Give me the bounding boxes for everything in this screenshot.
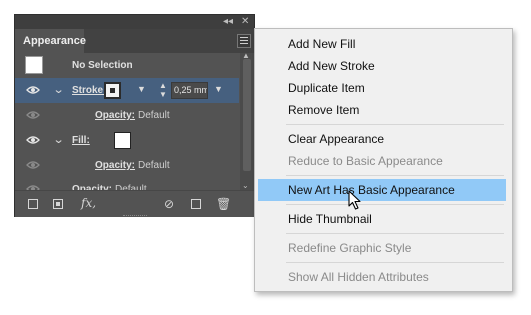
panel-title-bar[interactable]: ◂◂ ✕ [15,15,254,29]
row-stroke-opacity[interactable]: Opacity: Default [15,103,239,128]
close-icon[interactable]: ✕ [241,16,249,28]
fill-opacity-label[interactable]: Opacity: [95,153,135,178]
menu-item-clear-appearance[interactable]: Clear Appearance [255,128,512,150]
appearance-panel: ◂◂ ✕ Appearance No Selection ⌄ Stroke: ▼… [14,14,255,217]
selection-label: No Selection [72,60,133,71]
stroke-label[interactable]: Stroke: [72,78,106,103]
menu-separator [286,233,504,234]
appearance-list: No Selection ⌄ Stroke: ▼ ▲ ▼ 0,25 mm ▼ Op… [15,53,239,190]
menu-item-redefine-style[interactable]: Redefine Graphic Style [255,237,512,259]
scrollbar-thumb[interactable] [243,59,251,171]
menu-separator [286,124,504,125]
add-new-stroke-icon[interactable] [28,199,38,209]
add-new-effect-icon[interactable]: fx, [81,196,96,210]
fill-opacity-value: Default [138,160,170,171]
tab-appearance[interactable]: Appearance [15,29,86,53]
menu-item-duplicate-item[interactable]: Duplicate Item [255,77,512,99]
row-stroke[interactable]: ⌄ Stroke: ▼ ▲ ▼ 0,25 mm ▼ [15,78,239,103]
stroke-color-dropdown-icon[interactable]: ▼ [137,84,146,94]
resize-grip[interactable] [123,215,147,218]
menu-item-remove-item[interactable]: Remove Item [255,99,512,121]
mouse-cursor-icon [348,190,361,210]
eye-icon[interactable] [26,135,40,145]
eye-icon[interactable] [26,160,40,170]
clear-appearance-icon[interactable]: ⊘ [164,198,174,210]
panel-bottom-bar: fx, ⊘ 🗑 [15,190,254,217]
menu-item-add-new-stroke[interactable]: Add New Stroke [255,55,512,77]
collapse-icon[interactable]: ◂◂ [223,16,233,28]
menu-separator [286,262,504,263]
chevron-down-icon[interactable]: ⌄ [53,133,65,146]
menu-item-add-new-fill[interactable]: Add New Fill [255,33,512,55]
row-selection[interactable]: No Selection [15,53,239,78]
row-overall-opacity[interactable]: Opacity: Default [15,177,239,190]
duplicate-item-icon[interactable] [191,199,201,209]
menu-item-hide-thumbnail[interactable]: Hide Thumbnail [255,208,512,230]
stroke-weight-stepper[interactable]: ▲ ▼ [157,81,169,100]
stroke-weight-field[interactable]: 0,25 mm [171,82,208,99]
row-fill-opacity[interactable]: Opacity: Default [15,153,239,178]
row-fill[interactable]: ⌄ Fill: [15,128,239,153]
overall-opacity-label[interactable]: Opacity: [72,177,112,190]
eye-icon[interactable] [26,85,40,95]
selection-thumbnail [25,56,43,74]
menu-item-reduce-basic[interactable]: Reduce to Basic Appearance [255,150,512,172]
panel-menu-button[interactable] [237,34,251,48]
stroke-color-swatch[interactable] [104,82,121,99]
panel-tabbar: Appearance [15,29,254,53]
stroke-opacity-label[interactable]: Opacity: [95,103,135,128]
fill-color-swatch[interactable] [114,132,131,149]
panel-flyout-menu: Add New Fill Add New Stroke Duplicate It… [254,28,513,292]
panel-scrollbar[interactable]: ▲ ⌄ [240,51,254,190]
add-new-fill-icon[interactable] [53,199,63,209]
stroke-opacity-value: Default [138,110,170,121]
fill-label[interactable]: Fill: [72,128,90,153]
stroke-weight-dropdown-icon[interactable]: ▼ [214,84,223,94]
trash-icon[interactable]: 🗑 [216,198,231,210]
menu-item-show-hidden[interactable]: Show All Hidden Attributes [255,266,512,288]
menu-separator [286,204,504,205]
eye-icon[interactable] [26,110,40,120]
overall-opacity-value: Default [115,184,147,190]
menu-separator [286,175,504,176]
chevron-down-icon[interactable]: ⌄ [53,83,65,96]
scroll-down-icon[interactable]: ⌄ [242,181,249,190]
menu-item-new-art-basic[interactable]: New Art Has Basic Appearance [258,179,506,201]
